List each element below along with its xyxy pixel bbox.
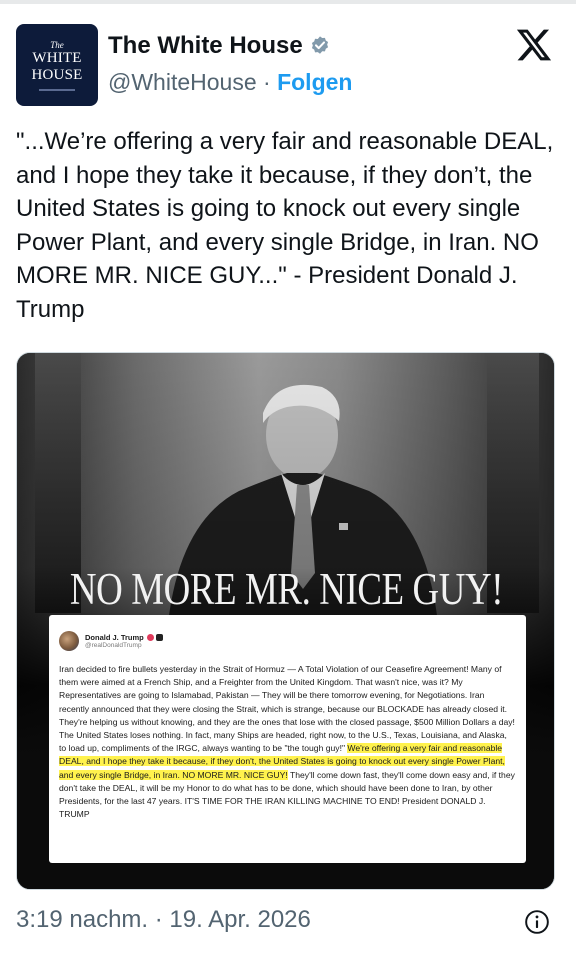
x-logo-icon[interactable] <box>514 26 554 64</box>
tweet-text: "...We’re offering a very fair and reaso… <box>16 128 554 323</box>
avatar-rule <box>39 88 75 91</box>
embedded-post-card: Donald J. Trump @realDonaldTrump Iran de… <box>49 615 526 863</box>
avatar-line-1: The <box>50 39 64 50</box>
info-icon[interactable] <box>524 909 550 935</box>
embedded-author-handle: @realDonaldTrump <box>85 642 142 649</box>
avatar-line-3: HOUSE <box>31 66 83 83</box>
image-headline: NO MORE MR. NICE GUY! <box>69 564 504 614</box>
avatar-line-2: WHITE <box>32 49 82 66</box>
embedded-post-header: Donald J. Trump @realDonaldTrump <box>59 627 516 655</box>
embedded-post-body: Iran decided to fire bullets yesterday i… <box>59 663 516 821</box>
handle-row: @WhiteHouse · Folgen <box>108 69 352 96</box>
tweet-timestamp[interactable]: 3:19 nachm. · 19. Apr. 2026 <box>16 906 311 934</box>
embedded-author-block: Donald J. Trump @realDonaldTrump <box>85 633 163 649</box>
embedded-author-row: Donald J. Trump <box>85 633 163 642</box>
author-name-row: The White House <box>108 32 331 60</box>
verified-badge-icon <box>311 36 328 54</box>
handle-separator: · <box>256 69 278 95</box>
embedded-avatar <box>59 631 79 651</box>
top-divider <box>0 0 576 4</box>
embedded-badge-icon <box>146 634 154 641</box>
tweet-media-image[interactable]: NO MORE MR. NICE GUY! Donald J. Trump @r… <box>16 352 555 890</box>
author-name[interactable]: The White House <box>108 32 303 60</box>
avatar[interactable]: The WHITE HOUSE <box>16 24 98 106</box>
embedded-badge-2-icon <box>155 634 163 641</box>
embedded-author-name: Donald J. Trump <box>85 633 144 642</box>
follow-button[interactable]: Folgen <box>277 69 352 95</box>
embedded-post-text-a: Iran decided to fire bullets yesterday i… <box>59 664 515 754</box>
author-handle[interactable]: @WhiteHouse <box>108 69 257 95</box>
